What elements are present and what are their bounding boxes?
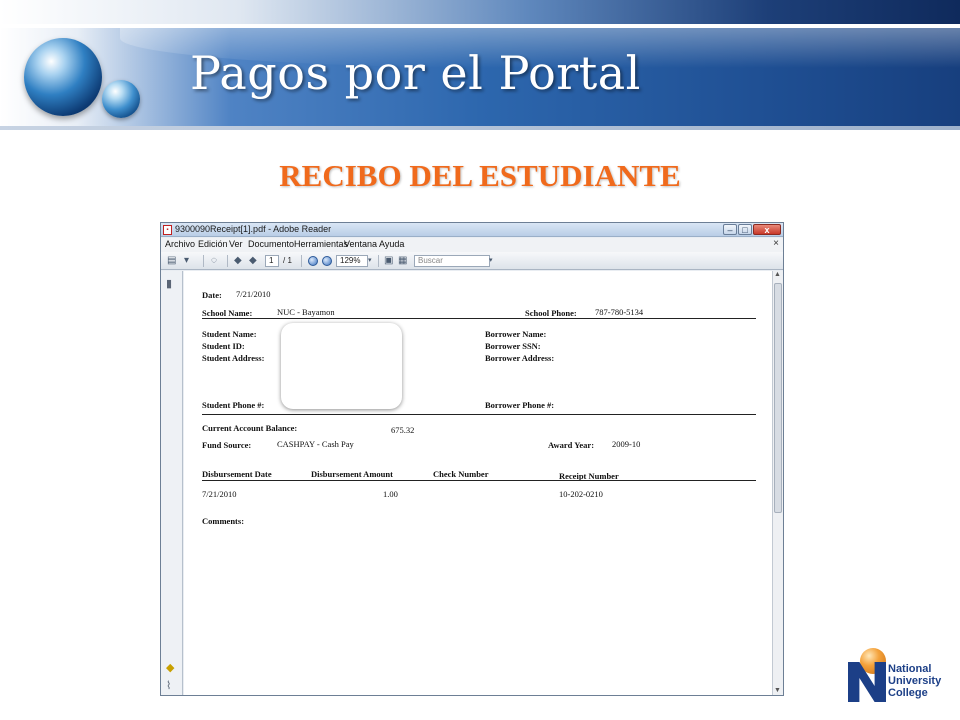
receipt-page: Date: 7/21/2010 School Name: NUC - Bayam… — [185, 271, 770, 695]
toolbar-separator — [227, 255, 228, 267]
menu-ayuda[interactable]: Ayuda — [379, 239, 404, 249]
zoom-in-icon[interactable] — [322, 256, 332, 266]
fit-page-icon[interactable]: ▦ — [398, 255, 407, 267]
zoom-select[interactable]: 129% — [336, 255, 368, 267]
divider-line — [202, 414, 756, 415]
attach-icon[interactable]: ▾ — [184, 255, 189, 267]
globe-large-icon — [24, 38, 102, 116]
document-area[interactable]: Date: 7/21/2010 School Name: NUC - Bayam… — [184, 271, 772, 695]
print-icon[interactable]: ▤ — [167, 255, 176, 267]
school-name-label: School Name: — [202, 308, 253, 318]
logo-text-line3: College — [888, 687, 928, 699]
award-year-label: Award Year: — [548, 440, 595, 450]
top-gradient-strip — [0, 0, 960, 24]
comments-icon[interactable]: ◆ — [166, 661, 174, 674]
student-id-label: Student ID: — [202, 341, 245, 351]
search-input[interactable]: Buscar — [414, 255, 490, 267]
divider-line — [202, 318, 756, 319]
borrower-phone-label: Borrower Phone #: — [485, 400, 555, 410]
balance-label: Current Account Balance: — [202, 423, 298, 433]
previous-page-icon[interactable]: ◆ — [234, 255, 242, 267]
fund-source-value: CASHPAY - Cash Pay — [277, 439, 354, 449]
slide-title: Pagos por el Portal — [190, 46, 641, 100]
page-total: / 1 — [283, 256, 292, 265]
chevron-down-icon[interactable]: ▾ — [368, 255, 372, 267]
table-header-date: Disbursement Date — [202, 469, 272, 479]
student-name-label: Student Name: — [202, 329, 257, 339]
adobe-reader-window: ▪ 9300090Receipt[1].pdf - Adobe Reader –… — [160, 222, 784, 696]
window-titlebar: ▪ 9300090Receipt[1].pdf - Adobe Reader –… — [161, 223, 783, 237]
menu-edicion[interactable]: Edición — [198, 239, 228, 249]
navigation-pane: ▮ ◆ ⌇ — [161, 271, 183, 695]
date-label: Date: — [202, 290, 222, 300]
borrower-address-label: Borrower Address: — [485, 353, 555, 363]
table-header-check: Check Number — [433, 469, 489, 479]
close-window-button[interactable]: x — [753, 224, 781, 235]
table-cell-date: 7/21/2010 — [202, 489, 237, 499]
banner-divider — [0, 126, 960, 130]
redaction-box — [281, 323, 402, 409]
scroll-up-icon[interactable]: ▲ — [774, 271, 781, 278]
logo-text-line2: University — [888, 675, 942, 687]
student-address-label: Student Address: — [202, 353, 265, 363]
save-icon[interactable]: ▣ — [384, 255, 393, 267]
date-value: 7/21/2010 — [236, 289, 271, 299]
scroll-down-icon[interactable]: ▼ — [774, 687, 781, 694]
balance-value: 675.32 — [391, 425, 415, 435]
award-year-value: 2009-10 — [612, 439, 641, 449]
borrower-name-label: Borrower Name: — [485, 329, 547, 339]
menu-documento[interactable]: Documento — [248, 239, 294, 249]
pdf-file-icon: ▪ — [163, 225, 172, 235]
menu-ventana[interactable]: Ventana — [344, 239, 377, 249]
toolbar-separator — [378, 255, 379, 267]
globe-small-icon — [102, 80, 140, 118]
scroll-thumb[interactable] — [774, 283, 782, 513]
toolbar: ▤ ▾ ◌ ◆ ◆ 1 / 1 129% ▾ ▣ ▦ Buscar ▾ — [161, 252, 783, 270]
fund-source-label: Fund Source: — [202, 440, 252, 450]
table-cell-receipt: 10-202-0210 — [559, 489, 603, 499]
zoom-out-icon[interactable] — [308, 256, 318, 266]
maximize-button[interactable]: □ — [738, 224, 752, 235]
divider-line — [202, 480, 756, 481]
window-title: 9300090Receipt[1].pdf - Adobe Reader — [175, 224, 332, 234]
table-cell-amount: 1.00 — [383, 489, 398, 499]
document-close-icon[interactable]: × — [773, 238, 779, 249]
pages-icon[interactable]: ▮ — [166, 277, 172, 290]
school-name-value: NUC - Bayamon — [277, 307, 335, 317]
attachments-icon[interactable]: ⌇ — [166, 679, 171, 692]
minimize-button[interactable]: – — [723, 224, 737, 235]
menu-herramientas[interactable]: Herramientas — [294, 239, 348, 249]
toolbar-separator — [301, 255, 302, 267]
menu-archivo[interactable]: Archivo — [165, 239, 195, 249]
comment-icon[interactable]: ◌ — [211, 255, 217, 267]
school-phone-value: 787-780-5134 — [595, 307, 644, 317]
student-phone-label: Student Phone #: — [202, 400, 265, 410]
table-header-amount: Disbursement Amount — [311, 469, 393, 479]
menu-ver[interactable]: Ver — [229, 239, 243, 249]
borrower-ssn-label: Borrower SSN: — [485, 341, 541, 351]
comments-label: Comments: — [202, 516, 245, 526]
logo-text-line1: National — [888, 663, 932, 675]
national-university-college-logo: National University College — [846, 648, 942, 704]
vertical-scrollbar[interactable]: ▲ ▼ — [772, 271, 783, 695]
school-phone-label: School Phone: — [525, 308, 577, 318]
toolbar-separator — [203, 255, 204, 267]
next-page-icon[interactable]: ◆ — [249, 255, 257, 267]
page-number-input[interactable]: 1 — [265, 255, 279, 267]
menu-bar: Archivo Edición Ver Documento Herramient… — [161, 238, 783, 252]
chevron-down-icon[interactable]: ▾ — [489, 255, 493, 267]
slide-subtitle: RECIBO DEL ESTUDIANTE — [279, 158, 681, 193]
